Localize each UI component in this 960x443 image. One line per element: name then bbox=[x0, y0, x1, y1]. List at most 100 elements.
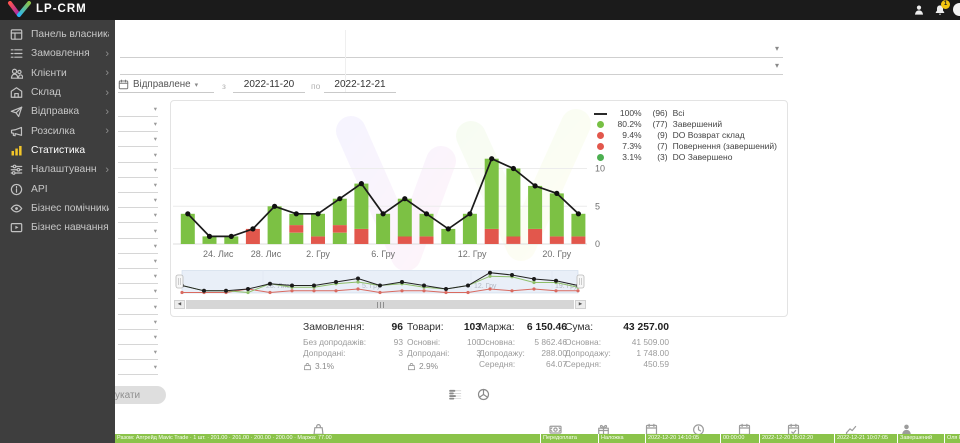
sidebar-item-mailing[interactable]: Розсилка› bbox=[0, 121, 115, 140]
helpers-icon bbox=[10, 202, 23, 215]
chevron-right-icon: › bbox=[105, 164, 109, 176]
chevron-down-icon: ▾ bbox=[154, 151, 157, 159]
y-axis-tick: 0 bbox=[595, 239, 600, 249]
chevron-right-icon: › bbox=[105, 106, 109, 118]
chevron-down-icon: ▾ bbox=[154, 120, 157, 128]
chevron-down-icon: ▾ bbox=[154, 242, 157, 250]
stat-group-4: Сума:43 257.00Основна:41 509.00Допродажу… bbox=[565, 322, 669, 370]
mini-filter-select-1[interactable]: ▾ bbox=[118, 103, 158, 117]
sidebar-item-orders[interactable]: Замовлення› bbox=[0, 44, 115, 63]
legend-item[interactable]: 7.3%(7)Повернення (завершений) bbox=[593, 141, 777, 152]
legend-count: (96) bbox=[644, 108, 668, 119]
stat-sub-label: Основна: bbox=[479, 337, 515, 348]
scrollbar-track[interactable] bbox=[186, 300, 574, 309]
chevron-down-icon: ▾ bbox=[775, 61, 779, 70]
pie-chart-icon[interactable] bbox=[477, 388, 490, 401]
mini-filter-select-11[interactable]: ▾ bbox=[118, 255, 158, 269]
mini-filter-select-9[interactable]: ▾ bbox=[118, 225, 158, 239]
mini-filter-select-12[interactable]: ▾ bbox=[118, 270, 158, 284]
sidebar-item-helpers[interactable]: Бізнес помічники bbox=[0, 199, 115, 218]
sidebar-item-shipping[interactable]: Відправка › bbox=[0, 102, 115, 121]
stat-group-1: Замовлення:96Без допродажів:93Допродані:… bbox=[303, 322, 403, 371]
chevron-down-icon: ▾ bbox=[154, 135, 157, 143]
sidebar-item-label: Відправка bbox=[31, 106, 97, 117]
table-cell: Наложка bbox=[598, 434, 644, 443]
legend-dot-marker bbox=[597, 143, 604, 150]
mini-filter-select-15[interactable]: ▾ bbox=[118, 316, 158, 330]
filter-select-top-1[interactable]: ▾ bbox=[120, 41, 783, 58]
mini-filter-select-3[interactable]: ▾ bbox=[118, 133, 158, 147]
mini-filter-select-7[interactable]: ▾ bbox=[118, 194, 158, 208]
legend-item[interactable]: 3.1%(3)DO Завершено bbox=[593, 152, 777, 163]
sidebar-item-statistics[interactable]: Статистика bbox=[0, 141, 115, 160]
chart-navigator[interactable]: 28. Лис5. Гру12. Гру19. Гру bbox=[174, 269, 586, 299]
y-axis-tick: 10 bbox=[595, 164, 605, 174]
user-icon[interactable] bbox=[913, 4, 925, 16]
chevron-down-icon: ▾ bbox=[154, 166, 157, 174]
mini-filter-select-4[interactable]: ▾ bbox=[118, 149, 158, 163]
scroll-left-button[interactable]: ◀ bbox=[174, 300, 185, 309]
stat-sub-value: 1 748.00 bbox=[636, 348, 669, 359]
legend-item[interactable]: 100%(96)Всі bbox=[593, 108, 777, 119]
legend-label: Завершений bbox=[673, 119, 722, 129]
mailing-icon bbox=[10, 125, 23, 138]
sidebar-item-clients[interactable]: Клієнти› bbox=[0, 64, 115, 83]
stat-title: Маржа: bbox=[479, 322, 515, 333]
filter-select-top-2[interactable]: ▾ bbox=[120, 58, 783, 75]
legend-percent: 80.2% bbox=[608, 119, 642, 130]
list-bars-icon[interactable] bbox=[449, 388, 462, 401]
stat-group-3: Маржа:6 150.46Основна:5 862.46Допродажу:… bbox=[479, 322, 567, 370]
navigator-scrollbar[interactable]: ◀ ▶ bbox=[174, 300, 586, 309]
legend-item[interactable]: 80.2%(77) Завершений bbox=[593, 119, 777, 130]
sidebar-item-settings[interactable]: Налаштування › bbox=[0, 160, 115, 179]
sidebar-item-label: Налаштування bbox=[31, 164, 97, 175]
sidebar-item-training[interactable]: Бізнес навчання bbox=[0, 218, 115, 237]
sidebar-item-api[interactable]: API bbox=[0, 179, 115, 198]
sidebar-item-owner-panel[interactable]: Панель власника bbox=[0, 25, 115, 44]
mini-filter-select-16[interactable]: ▾ bbox=[118, 331, 158, 345]
stat-title: Сума: bbox=[565, 322, 593, 333]
date-from-input[interactable]: 2022-11-20 bbox=[233, 77, 305, 93]
date-type-select[interactable]: Відправлене ▾ bbox=[118, 77, 214, 93]
stat-value: 6 150.46 bbox=[527, 322, 567, 333]
api-icon bbox=[10, 183, 23, 196]
cart-icon bbox=[303, 362, 312, 371]
scroll-right-button[interactable]: ▶ bbox=[575, 300, 586, 309]
orders-chart-panel: 051024. Лис28. Лис2. Гру6. Гру12. Гру20.… bbox=[170, 100, 788, 317]
stat-sub-label: Допродані: bbox=[303, 348, 345, 359]
stat-value: 43 257.00 bbox=[623, 322, 669, 333]
legend-item[interactable]: 9.4%(9)DO Возврат склад bbox=[593, 130, 777, 141]
orders-chart[interactable]: 051024. Лис28. Лис2. Гру6. Гру12. Гру20.… bbox=[173, 104, 613, 262]
topbar: LP-CRM 1 bbox=[0, 0, 960, 20]
mini-filter-select-2[interactable]: ▾ bbox=[118, 118, 158, 132]
legend-count: (77) bbox=[644, 119, 668, 130]
sidebar-item-warehouse[interactable]: Склад› bbox=[0, 83, 115, 102]
table-cell: Передоплата bbox=[540, 434, 597, 443]
scrollbar-grip[interactable] bbox=[373, 302, 387, 308]
stat-sub-value: 41 509.00 bbox=[632, 337, 669, 348]
table-cell: Разом: Апгрейд Mavic Trade · 1 шт. · 201… bbox=[115, 434, 539, 443]
mini-filter-select-13[interactable]: ▾ bbox=[118, 285, 158, 299]
mini-filter-select-10[interactable]: ▾ bbox=[118, 240, 158, 254]
mini-filter-select-6[interactable]: ▾ bbox=[118, 179, 158, 193]
from-label: з bbox=[222, 81, 226, 91]
sidebar: Панель власникаЗамовлення›Клієнти›Склад›… bbox=[0, 20, 115, 443]
notification-badge: 1 bbox=[941, 0, 950, 9]
avatar[interactable] bbox=[953, 3, 960, 16]
mini-filter-select-17[interactable]: ▾ bbox=[118, 346, 158, 360]
date-to-input[interactable]: 2022-12-21 bbox=[324, 77, 396, 93]
legend-line-marker bbox=[594, 113, 607, 115]
legend-label: Повернення (завершений) bbox=[673, 141, 777, 151]
table-cell: 2022-12-20 14:10:05 bbox=[645, 434, 719, 443]
navigator-right-handle[interactable] bbox=[577, 275, 584, 288]
mini-filter-select-8[interactable]: ▾ bbox=[118, 209, 158, 223]
table-cell: Завершений bbox=[897, 434, 943, 443]
mini-filter-select-5[interactable]: ▾ bbox=[118, 164, 158, 178]
mini-filter-select-14[interactable]: ▾ bbox=[118, 301, 158, 315]
chevron-down-icon: ▾ bbox=[154, 272, 157, 280]
navigator-left-handle[interactable] bbox=[176, 275, 183, 288]
chevron-down-icon: ▾ bbox=[154, 318, 157, 326]
mini-filter-select-18[interactable]: ▾ bbox=[118, 361, 158, 375]
chevron-down-icon: ▾ bbox=[154, 105, 157, 113]
chevron-down-icon: ▾ bbox=[154, 181, 157, 189]
